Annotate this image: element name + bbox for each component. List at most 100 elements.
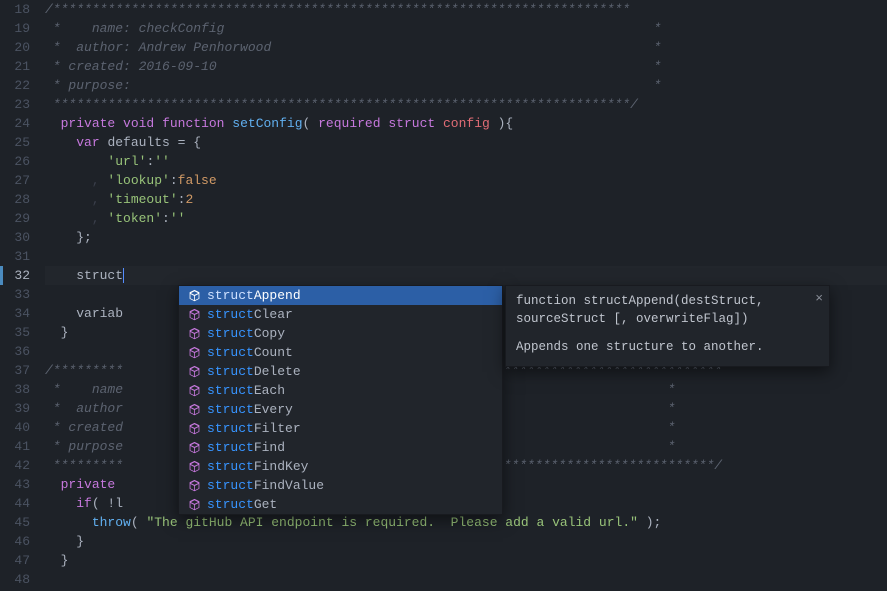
code-area[interactable]: /***************************************… [45, 0, 887, 591]
code-editor[interactable]: 1819202122232425262728293031323334353637… [0, 0, 887, 591]
autocomplete-item[interactable]: structAppend [179, 286, 502, 305]
code-line: } [45, 551, 887, 570]
autocomplete-item[interactable]: structFindValue [179, 476, 502, 495]
autocomplete-rest: FindKey [254, 459, 309, 474]
line-number: 41 [0, 437, 30, 456]
cube-icon [187, 327, 201, 341]
autocomplete-item[interactable]: structEvery [179, 400, 502, 419]
line-number: 45 [0, 513, 30, 532]
autocomplete-item[interactable]: structFilter [179, 419, 502, 438]
line-number: 29 [0, 209, 30, 228]
line-number: 43 [0, 475, 30, 494]
active-line-marker [0, 266, 3, 285]
autocomplete-rest: Get [254, 497, 277, 512]
autocomplete-item[interactable]: structGet [179, 495, 502, 514]
close-icon[interactable]: × [815, 290, 823, 308]
cube-icon [187, 289, 201, 303]
autocomplete-match: struct [207, 478, 254, 493]
autocomplete-popup[interactable]: structAppendstructClearstructCopystructC… [178, 285, 503, 515]
doc-description: Appends one structure to another. [516, 338, 803, 356]
line-number: 44 [0, 494, 30, 513]
cube-icon [187, 365, 201, 379]
code-line [45, 247, 887, 266]
line-number: 20 [0, 38, 30, 57]
line-number: 30 [0, 228, 30, 247]
cube-icon [187, 441, 201, 455]
autocomplete-rest: Every [254, 402, 293, 417]
autocomplete-item[interactable]: structDelete [179, 362, 502, 381]
code-line: }; [45, 228, 887, 247]
autocomplete-item[interactable]: structEach [179, 381, 502, 400]
code-line: throw( "The gitHub API endpoint is requi… [45, 513, 887, 532]
cube-icon [187, 479, 201, 493]
cube-icon [187, 384, 201, 398]
autocomplete-item[interactable]: structCopy [179, 324, 502, 343]
autocomplete-match: struct [207, 383, 254, 398]
line-number: 22 [0, 76, 30, 95]
autocomplete-match: struct [207, 307, 254, 322]
code-line: /***************************************… [45, 0, 887, 19]
autocomplete-item[interactable]: structCount [179, 343, 502, 362]
autocomplete-match: struct [207, 345, 254, 360]
cube-icon [187, 308, 201, 322]
code-line: * purpose: * [45, 76, 887, 95]
autocomplete-rest: FindValue [254, 478, 324, 493]
autocomplete-match: struct [207, 497, 254, 512]
doc-signature: function structAppend(destStruct, source… [516, 292, 803, 328]
autocomplete-item[interactable]: structClear [179, 305, 502, 324]
cube-icon [187, 403, 201, 417]
line-number: 39 [0, 399, 30, 418]
code-line: * author: Andrew Penhorwood * [45, 38, 887, 57]
autocomplete-match: struct [207, 288, 254, 303]
code-line [45, 570, 887, 589]
autocomplete-rest: Count [254, 345, 293, 360]
line-number: 24 [0, 114, 30, 133]
line-number: 34 [0, 304, 30, 323]
code-line: ****************************************… [45, 95, 887, 114]
line-number: 18 [0, 0, 30, 19]
line-number: 27 [0, 171, 30, 190]
autocomplete-rest: Filter [254, 421, 301, 436]
code-line: * name: checkConfig * [45, 19, 887, 38]
autocomplete-item[interactable]: structFindKey [179, 457, 502, 476]
autocomplete-rest: Clear [254, 307, 293, 322]
line-number: 47 [0, 551, 30, 570]
line-number-gutter: 1819202122232425262728293031323334353637… [0, 0, 45, 591]
line-number: 37 [0, 361, 30, 380]
code-line: * created: 2016-09-10 * [45, 57, 887, 76]
line-number: 46 [0, 532, 30, 551]
cube-icon [187, 346, 201, 360]
line-number: 35 [0, 323, 30, 342]
line-number: 28 [0, 190, 30, 209]
line-number: 38 [0, 380, 30, 399]
line-number: 32 [0, 266, 30, 285]
line-number: 42 [0, 456, 30, 475]
current-line-highlight [45, 266, 887, 285]
autocomplete-match: struct [207, 402, 254, 417]
line-number: 33 [0, 285, 30, 304]
code-line: var defaults = { [45, 133, 887, 152]
line-number: 26 [0, 152, 30, 171]
cube-icon [187, 460, 201, 474]
code-line: , 'timeout':2 [45, 190, 887, 209]
line-number: 25 [0, 133, 30, 152]
autocomplete-rest: Copy [254, 326, 285, 341]
cube-icon [187, 422, 201, 436]
cube-icon [187, 498, 201, 512]
code-line: , 'lookup':false [45, 171, 887, 190]
code-line: private void function setConfig( require… [45, 114, 887, 133]
autocomplete-match: struct [207, 440, 254, 455]
line-number: 36 [0, 342, 30, 361]
autocomplete-match: struct [207, 421, 254, 436]
line-number: 31 [0, 247, 30, 266]
autocomplete-rest: Delete [254, 364, 301, 379]
autocomplete-match: struct [207, 459, 254, 474]
autocomplete-match: struct [207, 326, 254, 341]
line-number: 21 [0, 57, 30, 76]
line-number: 23 [0, 95, 30, 114]
line-number: 48 [0, 570, 30, 589]
line-number: 40 [0, 418, 30, 437]
autocomplete-item[interactable]: structFind [179, 438, 502, 457]
autocomplete-rest: Each [254, 383, 285, 398]
code-line: , 'token':'' [45, 209, 887, 228]
